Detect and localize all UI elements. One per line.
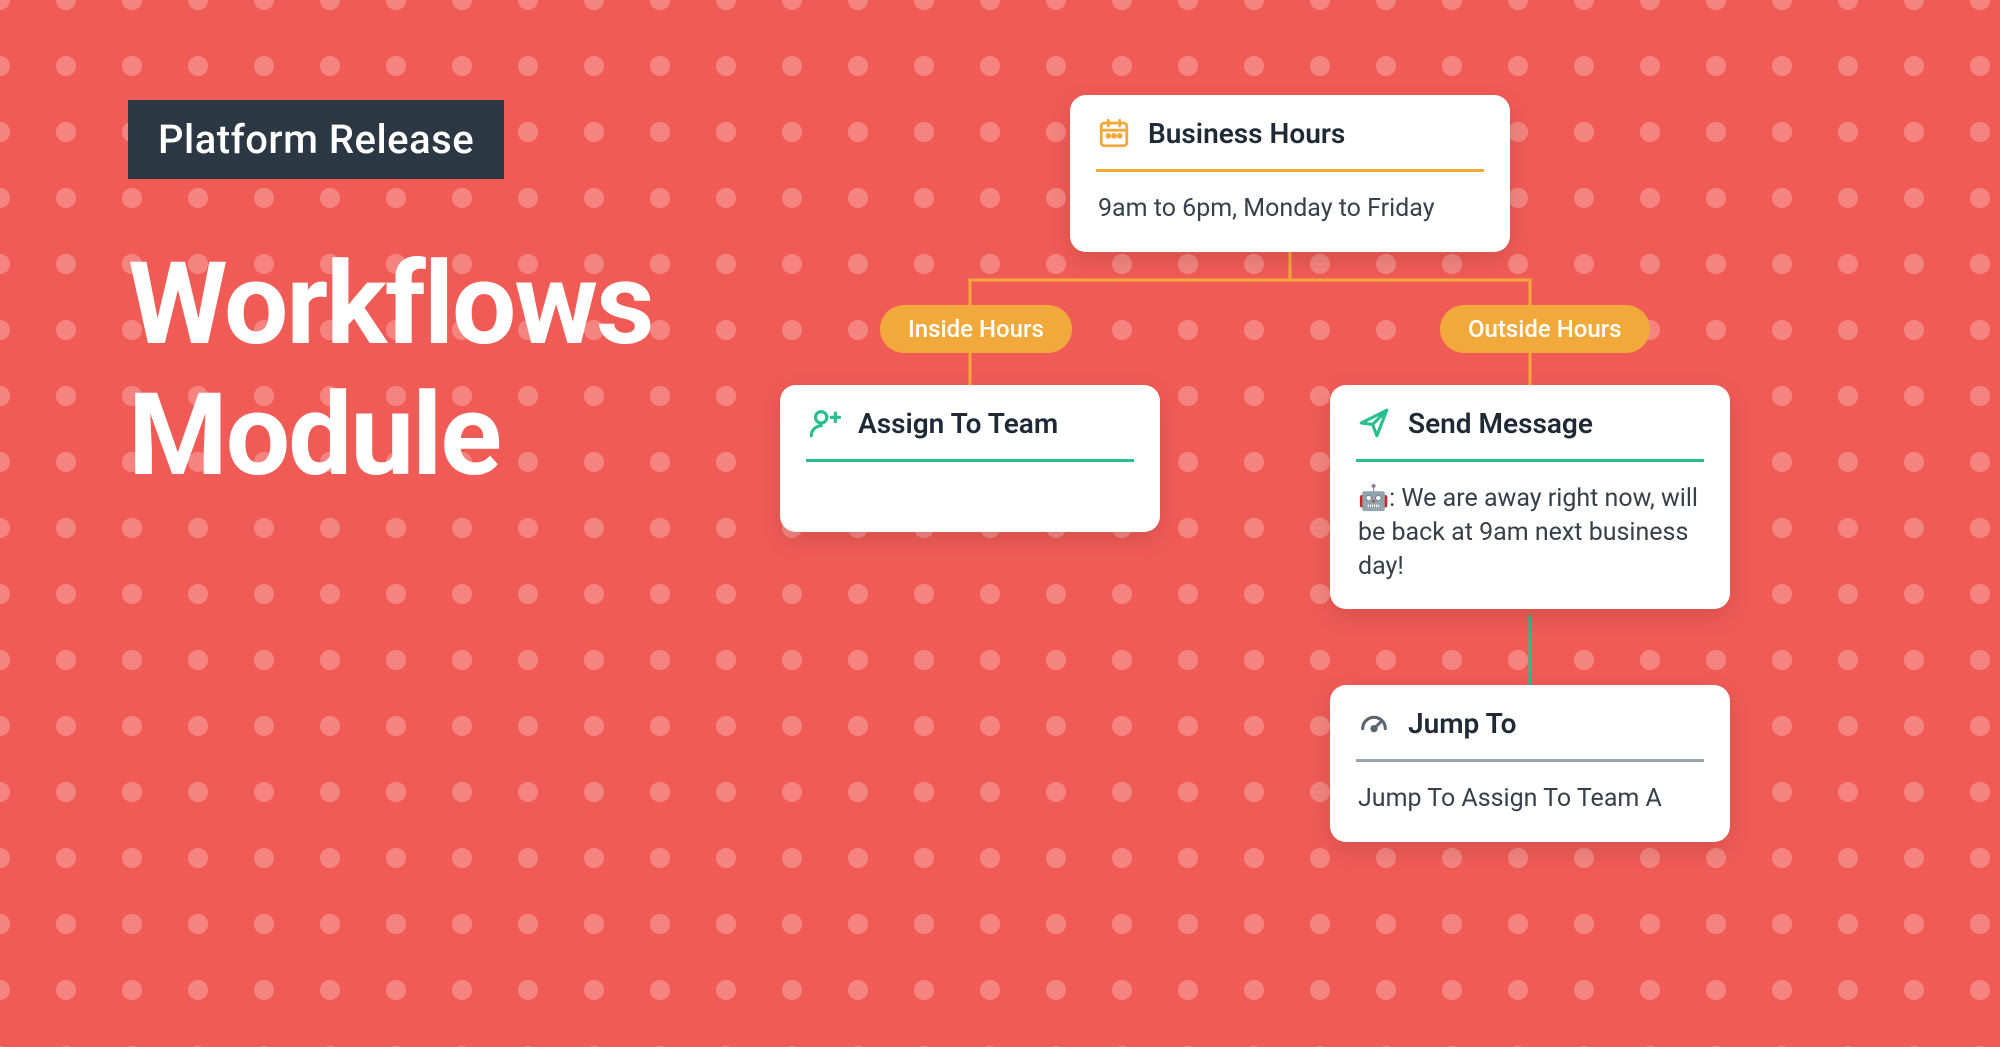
node-header: Business Hours	[1070, 95, 1510, 169]
title-line-2: Module	[128, 370, 653, 501]
branch-label-inside-hours: Inside Hours	[880, 305, 1072, 353]
gauge-icon	[1356, 705, 1392, 741]
user-plus-icon	[806, 405, 842, 441]
node-title: Assign To Team	[858, 407, 1058, 440]
node-send-message[interactable]: Send Message 🤖: We are away right now, w…	[1330, 385, 1730, 609]
node-body	[780, 462, 1160, 532]
hero-text-block: Platform Release Workflows Module	[128, 100, 653, 501]
node-header: Jump To	[1330, 685, 1730, 759]
node-title: Business Hours	[1148, 117, 1345, 150]
node-jump-to[interactable]: Jump To Jump To Assign To Team A	[1330, 685, 1730, 842]
page-title: Workflows Module	[128, 239, 653, 501]
node-title: Send Message	[1408, 407, 1593, 440]
workflow-diagram: Inside Hours Outside Hours Business Hour…	[750, 95, 1900, 945]
node-body: Jump To Assign To Team A	[1330, 762, 1730, 842]
calendar-icon	[1096, 115, 1132, 151]
branch-label-outside-hours: Outside Hours	[1440, 305, 1650, 353]
node-header: Assign To Team	[780, 385, 1160, 459]
node-body: 9am to 6pm, Monday to Friday	[1070, 172, 1510, 252]
send-icon	[1356, 405, 1392, 441]
node-assign-to-team[interactable]: Assign To Team	[780, 385, 1160, 532]
node-body: 🤖: We are away right now, will be back a…	[1330, 462, 1730, 609]
node-title: Jump To	[1408, 707, 1517, 740]
node-business-hours[interactable]: Business Hours 9am to 6pm, Monday to Fri…	[1070, 95, 1510, 252]
title-line-1: Workflows	[128, 239, 653, 370]
release-tag: Platform Release	[128, 100, 504, 179]
node-header: Send Message	[1330, 385, 1730, 459]
